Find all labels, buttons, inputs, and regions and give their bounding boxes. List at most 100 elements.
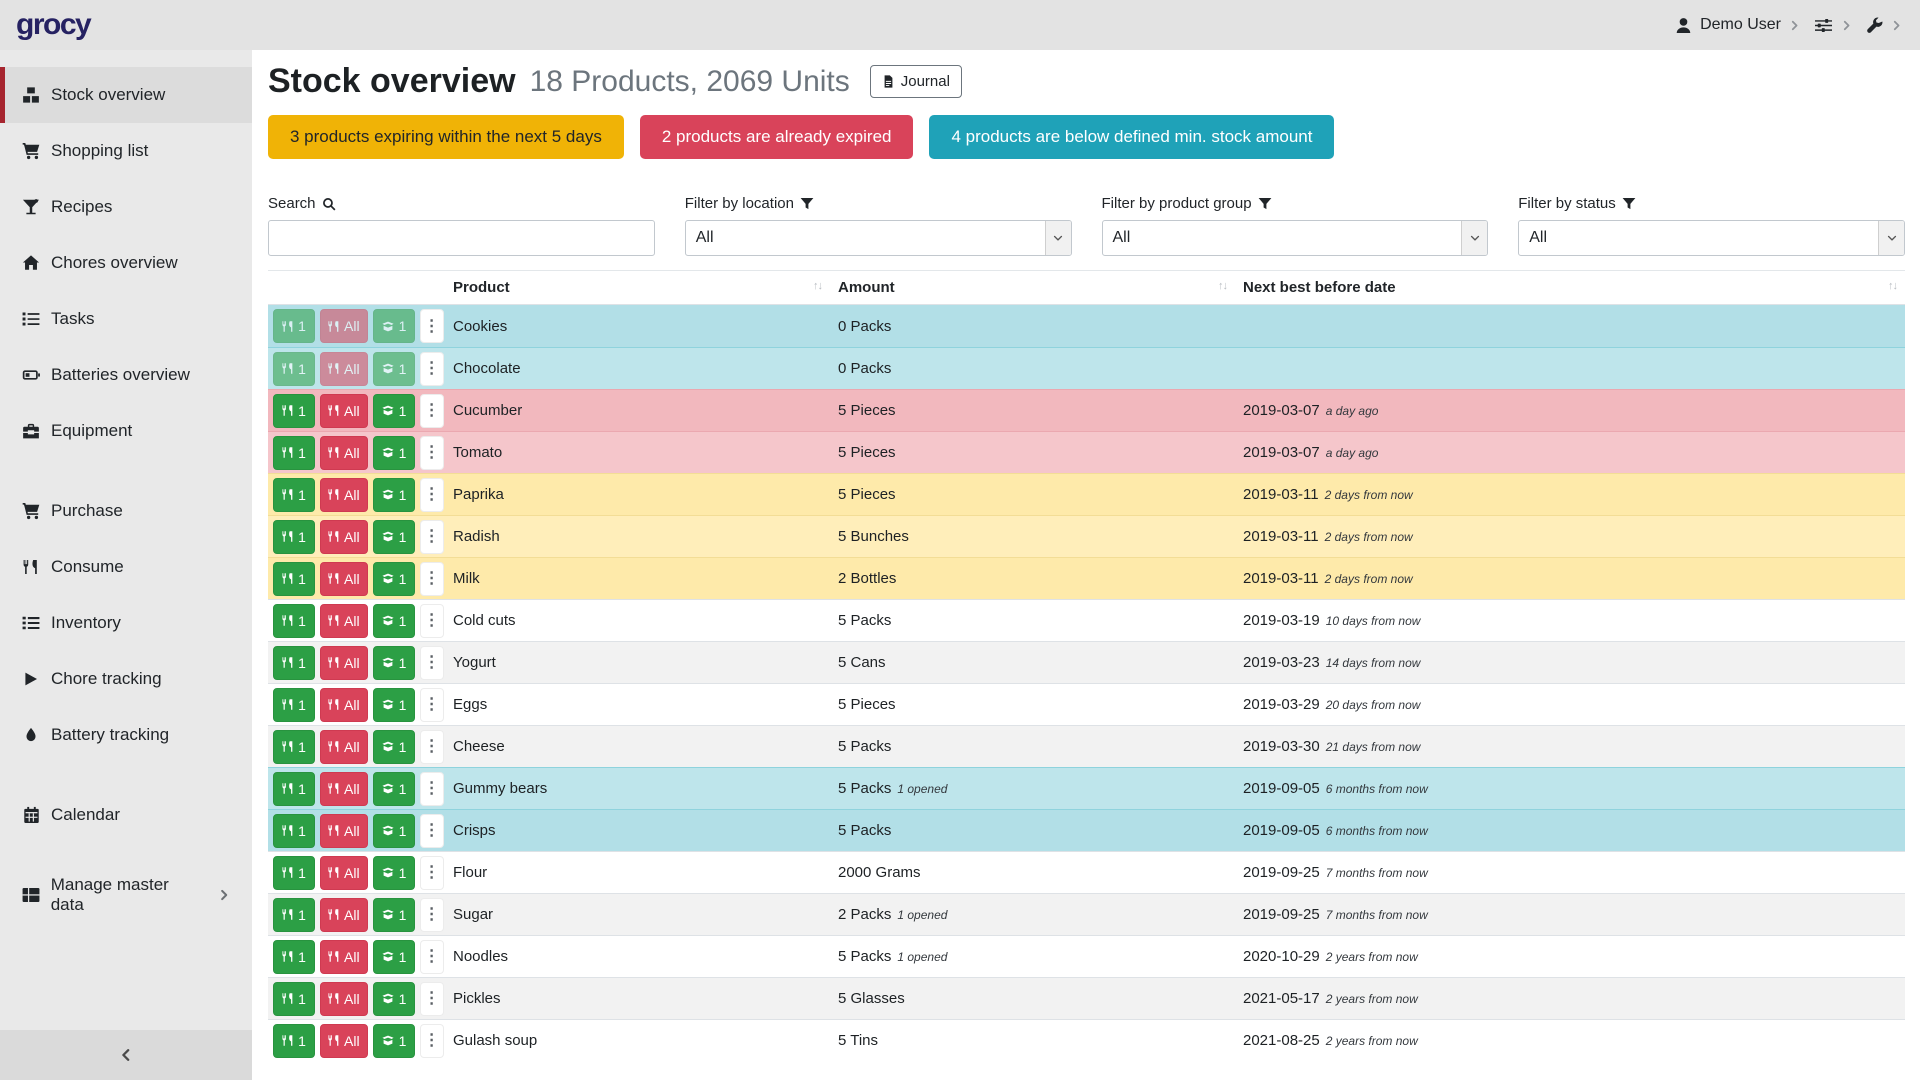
location-filter-select[interactable]: All (685, 220, 1072, 256)
consume-one-button[interactable]: 1 (273, 730, 315, 764)
open-one-button[interactable]: 1 (373, 982, 415, 1016)
open-one-button[interactable]: 1 (373, 604, 415, 638)
consume-all-button[interactable]: All (320, 898, 368, 932)
row-menu-button[interactable] (420, 520, 444, 554)
row-menu-button[interactable] (420, 688, 444, 722)
sidebar-item-shopping-list[interactable]: Shopping list (0, 123, 252, 179)
open-one-button[interactable]: 1 (373, 772, 415, 806)
consume-one-button[interactable]: 1 (273, 562, 315, 596)
row-menu-button[interactable] (420, 730, 444, 764)
row-menu-button[interactable] (420, 436, 444, 470)
consume-one-button[interactable]: 1 (273, 604, 315, 638)
consume-one-button[interactable]: 1 (273, 898, 315, 932)
open-one-button[interactable]: 1 (373, 352, 415, 386)
row-menu-button[interactable] (420, 478, 444, 512)
open-one-button[interactable]: 1 (373, 1024, 415, 1058)
open-one-button[interactable]: 1 (373, 730, 415, 764)
sort-icon[interactable] (813, 280, 822, 292)
row-menu-button[interactable] (420, 394, 444, 428)
admin-menu[interactable] (1866, 17, 1902, 34)
open-one-button[interactable]: 1 (373, 436, 415, 470)
sidebar-item-battery-tracking[interactable]: Battery tracking (0, 707, 252, 763)
consume-all-button[interactable]: All (320, 309, 368, 343)
sidebar-item-stock-overview[interactable]: Stock overview (0, 67, 252, 123)
open-one-button[interactable]: 1 (373, 856, 415, 890)
consume-all-button[interactable]: All (320, 352, 368, 386)
amount-column-header[interactable]: Amount (830, 271, 1235, 304)
consume-one-button[interactable]: 1 (273, 856, 315, 890)
row-menu-button[interactable] (420, 1024, 444, 1058)
product-column-header[interactable]: Product (445, 271, 830, 304)
sidebar-item-equipment[interactable]: Equipment (0, 403, 252, 459)
consume-one-button[interactable]: 1 (273, 352, 315, 386)
consume-one-button[interactable]: 1 (273, 520, 315, 554)
consume-one-button[interactable]: 1 (273, 772, 315, 806)
consume-one-button[interactable]: 1 (273, 982, 315, 1016)
sidebar-item-tasks[interactable]: Tasks (0, 291, 252, 347)
expired-alert-badge[interactable]: 2 products are already expired (640, 115, 914, 159)
row-menu-button[interactable] (420, 772, 444, 806)
row-menu-button[interactable] (420, 940, 444, 974)
product-group-filter-select[interactable]: All (1102, 220, 1489, 256)
status-filter-select[interactable]: All (1518, 220, 1905, 256)
expiring-alert-badge[interactable]: 3 products expiring within the next 5 da… (268, 115, 624, 159)
consume-all-button[interactable]: All (320, 814, 368, 848)
open-one-button[interactable]: 1 (373, 520, 415, 554)
consume-all-button[interactable]: All (320, 772, 368, 806)
sort-icon[interactable] (1888, 280, 1897, 292)
consume-one-button[interactable]: 1 (273, 394, 315, 428)
row-menu-button[interactable] (420, 856, 444, 890)
settings-menu[interactable] (1814, 17, 1852, 34)
row-menu-button[interactable] (420, 309, 444, 343)
search-input[interactable] (268, 220, 655, 256)
open-one-button[interactable]: 1 (373, 309, 415, 343)
sidebar-item-recipes[interactable]: Recipes (0, 179, 252, 235)
best-before-column-header[interactable]: Next best before date (1235, 271, 1905, 304)
consume-one-button[interactable]: 1 (273, 1024, 315, 1058)
consume-all-button[interactable]: All (320, 394, 368, 428)
consume-all-button[interactable]: All (320, 730, 368, 764)
row-menu-button[interactable] (420, 352, 444, 386)
sort-icon[interactable] (1218, 280, 1227, 292)
row-menu-button[interactable] (420, 562, 444, 596)
below-min-stock-alert-badge[interactable]: 4 products are below defined min. stock … (929, 115, 1334, 159)
sidebar-item-inventory[interactable]: Inventory (0, 595, 252, 651)
row-menu-button[interactable] (420, 604, 444, 638)
row-menu-button[interactable] (420, 898, 444, 932)
consume-one-button[interactable]: 1 (273, 478, 315, 512)
consume-all-button[interactable]: All (320, 520, 368, 554)
journal-button[interactable]: Journal (870, 65, 962, 98)
sidebar-item-purchase[interactable]: Purchase (0, 483, 252, 539)
row-menu-button[interactable] (420, 814, 444, 848)
open-one-button[interactable]: 1 (373, 940, 415, 974)
open-one-button[interactable]: 1 (373, 688, 415, 722)
open-one-button[interactable]: 1 (373, 814, 415, 848)
consume-all-button[interactable]: All (320, 436, 368, 470)
open-one-button[interactable]: 1 (373, 478, 415, 512)
row-menu-button[interactable] (420, 646, 444, 680)
open-one-button[interactable]: 1 (373, 562, 415, 596)
consume-one-button[interactable]: 1 (273, 436, 315, 470)
sidebar-item-manage-master-data[interactable]: Manage master data (0, 867, 252, 923)
sidebar-collapse-button[interactable] (0, 1030, 252, 1080)
sidebar-item-consume[interactable]: Consume (0, 539, 252, 595)
user-menu[interactable]: Demo User (1675, 16, 1800, 34)
consume-all-button[interactable]: All (320, 982, 368, 1016)
sidebar-item-chore-tracking[interactable]: Chore tracking (0, 651, 252, 707)
consume-all-button[interactable]: All (320, 562, 368, 596)
open-one-button[interactable]: 1 (373, 898, 415, 932)
consume-one-button[interactable]: 1 (273, 646, 315, 680)
consume-all-button[interactable]: All (320, 646, 368, 680)
consume-all-button[interactable]: All (320, 1024, 368, 1058)
consume-all-button[interactable]: All (320, 688, 368, 722)
consume-all-button[interactable]: All (320, 604, 368, 638)
consume-all-button[interactable]: All (320, 856, 368, 890)
consume-one-button[interactable]: 1 (273, 688, 315, 722)
consume-all-button[interactable]: All (320, 940, 368, 974)
open-one-button[interactable]: 1 (373, 646, 415, 680)
sidebar-item-calendar[interactable]: Calendar (0, 787, 252, 843)
consume-all-button[interactable]: All (320, 478, 368, 512)
row-menu-button[interactable] (420, 982, 444, 1016)
open-one-button[interactable]: 1 (373, 394, 415, 428)
consume-one-button[interactable]: 1 (273, 940, 315, 974)
